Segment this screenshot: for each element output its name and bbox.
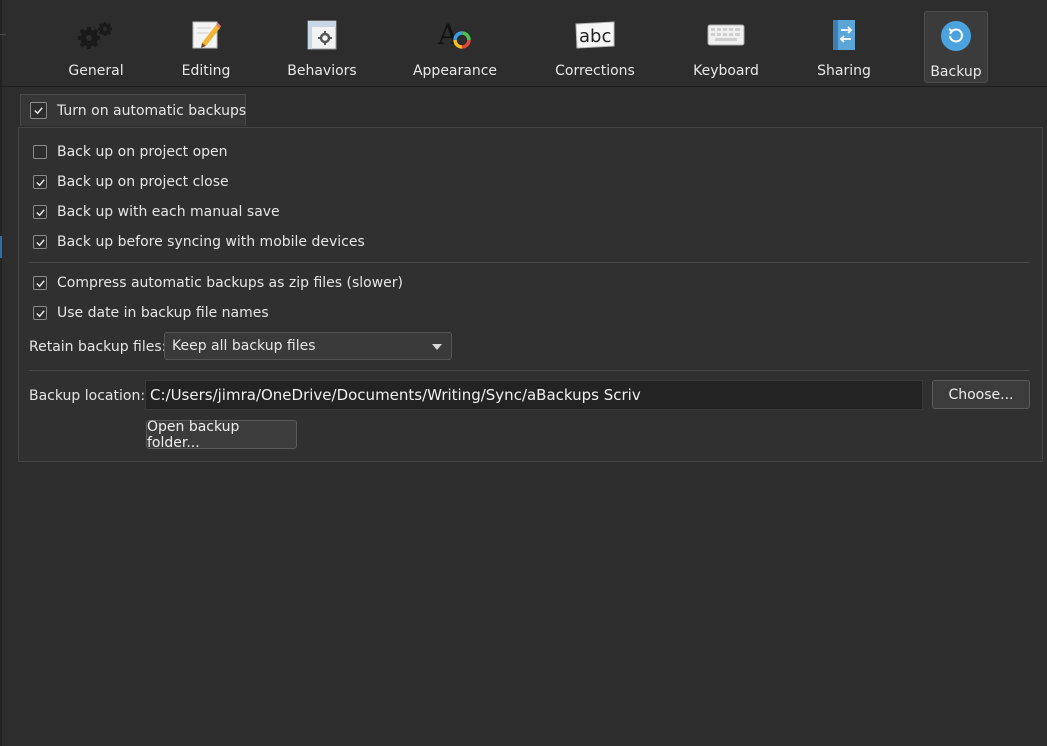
backup-manual-save-checkbox[interactable] [33,205,47,219]
backup-before-sync-checkbox[interactable] [33,235,47,249]
divider [29,262,1029,263]
tab-behaviors-label: Behaviors [287,63,357,79]
option-compress-zip[interactable]: Compress automatic backups as zip files … [33,275,403,291]
font-color-wheel-icon: A [431,15,479,55]
tab-backup-label: Backup [930,64,982,80]
divider [29,370,1029,371]
date-in-names-label: Use date in backup file names [57,305,269,321]
tab-general-label: General [68,63,124,79]
backup-location-field[interactable]: C:/Users/jimra/OneDrive/Documents/Writin… [145,380,923,410]
chevron-down-icon [432,344,442,350]
automatic-backups-group-toggle[interactable]: Turn on automatic backups [20,94,246,126]
open-backup-folder-button[interactable]: Open backup folder... [146,418,297,451]
backup-before-sync-label: Back up before syncing with mobile devic… [57,234,365,250]
svg-text:abc: abc [579,26,611,47]
tab-general[interactable]: General [63,11,129,83]
automatic-backups-label: Turn on automatic backups [57,102,247,119]
sync-arrows-icon [820,15,868,55]
tab-corrections[interactable]: abc Corrections [553,11,637,83]
backup-on-open-checkbox[interactable] [33,145,47,159]
compress-zip-label: Compress automatic backups as zip files … [57,275,404,291]
left-selection-accent [0,236,2,258]
date-in-names-checkbox[interactable] [33,306,47,320]
tab-keyboard-label: Keyboard [693,63,759,79]
tab-keyboard[interactable]: Keyboard [690,11,762,83]
preferences-toolbar: General Editing Behaviors A Appearance a… [0,0,1047,87]
backup-on-close-checkbox[interactable] [33,175,47,189]
option-backup-manual-save[interactable]: Back up with each manual save [33,204,280,220]
compress-zip-checkbox[interactable] [33,276,47,290]
backup-manual-save-label: Back up with each manual save [57,204,280,220]
automatic-backups-checkbox[interactable] [30,102,47,119]
choose-button[interactable]: Choose... [932,380,1030,409]
backup-location-label: Backup location: [29,388,146,404]
backup-circle-icon [932,16,980,56]
retain-backup-value: Keep all backup files [172,338,316,354]
tab-backup[interactable]: Backup [924,11,988,83]
option-backup-on-close[interactable]: Back up on project close [33,174,229,190]
pencil-icon [182,15,230,55]
retain-backup-label: Retain backup files: [29,339,167,355]
retain-backup-select[interactable]: Keep all backup files [164,332,452,360]
option-date-in-names[interactable]: Use date in backup file names [33,305,269,321]
tab-editing[interactable]: Editing [176,11,236,83]
abc-icon: abc [571,15,619,55]
tab-appearance[interactable]: A Appearance [412,11,498,83]
tab-corrections-label: Corrections [555,63,635,79]
tab-sharing-label: Sharing [817,63,871,79]
tab-editing-label: Editing [181,63,231,79]
backup-on-close-label: Back up on project close [57,174,229,190]
option-backup-before-sync[interactable]: Back up before syncing with mobile devic… [33,234,365,250]
tab-appearance-label: Appearance [412,63,498,79]
open-backup-folder-label: Open backup folder... [147,418,240,451]
window-gear-icon [298,15,346,55]
gears-icon [72,15,120,55]
left-edge [0,0,2,746]
backup-location-value: C:/Users/jimra/OneDrive/Documents/Writin… [150,386,641,404]
backup-on-open-label: Back up on project open [57,144,228,160]
option-backup-on-open[interactable]: Back up on project open [33,144,228,160]
tab-behaviors[interactable]: Behaviors [287,11,357,83]
tab-sharing[interactable]: Sharing [814,11,874,83]
choose-button-label: Choose... [948,386,1014,403]
keyboard-icon [702,15,750,55]
